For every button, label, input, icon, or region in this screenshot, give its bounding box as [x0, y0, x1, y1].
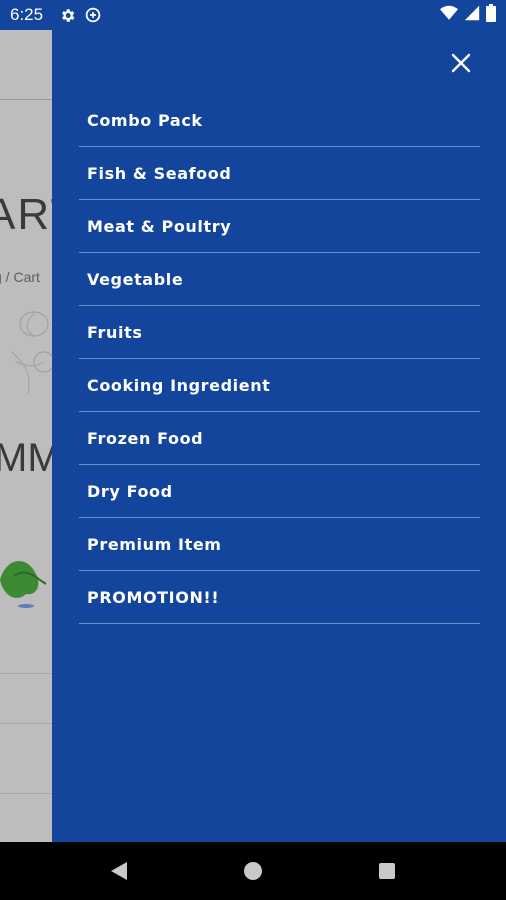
divider	[0, 723, 52, 724]
menu-item-label: Combo Pack	[87, 110, 203, 130]
menu-item-vegetable[interactable]: Vegetable	[79, 253, 480, 306]
recents-icon	[379, 863, 395, 879]
status-time: 6:25	[10, 5, 44, 24]
menu-item-label: Vegetable	[87, 269, 184, 289]
summary-heading: MMA	[0, 436, 52, 480]
menu-item-label: Premium Item	[87, 534, 222, 554]
home-button[interactable]	[240, 858, 266, 884]
signal-icon	[464, 5, 480, 25]
menu-item-label: Meat & Poultry	[87, 216, 232, 236]
menu-item-combo-pack[interactable]: Combo Pack	[79, 94, 480, 147]
recents-button[interactable]	[374, 858, 400, 884]
divider	[0, 673, 52, 674]
menu-item-dry-food[interactable]: Dry Food	[79, 465, 480, 518]
menu-item-label: Frozen Food	[87, 428, 204, 448]
menu-item-label: Cooking Ingredient	[87, 375, 271, 395]
page-title: ART	[0, 190, 52, 239]
battery-icon	[486, 4, 496, 26]
data-saver-icon	[83, 5, 103, 25]
menu-item-meat-poultry[interactable]: Meat & Poultry	[79, 200, 480, 253]
vegetable-sketch-icon	[11, 311, 52, 395]
menu-item-promotion[interactable]: PROMOTION!!	[79, 571, 480, 624]
back-icon	[111, 862, 127, 880]
menu-item-label: Fish & Seafood	[87, 163, 232, 183]
divider	[0, 793, 52, 794]
menu-item-label: Fruits	[87, 322, 143, 342]
status-bar: 6:25	[0, 0, 506, 30]
background-page-scrim[interactable]: ART g / Cart MMA	[0, 30, 52, 842]
close-button[interactable]	[446, 48, 476, 78]
gear-icon	[57, 5, 77, 25]
category-menu: Combo Pack Fish & Seafood Meat & Poultry…	[79, 94, 480, 624]
home-icon	[244, 862, 262, 880]
wifi-icon	[440, 5, 458, 25]
system-navigation-bar	[0, 842, 506, 900]
menu-item-label: PROMOTION!!	[87, 587, 220, 607]
menu-item-frozen-food[interactable]: Frozen Food	[79, 412, 480, 465]
menu-item-label: Dry Food	[87, 481, 173, 501]
menu-item-cooking-ingredient[interactable]: Cooking Ingredient	[79, 359, 480, 412]
back-button[interactable]	[106, 858, 132, 884]
divider	[0, 99, 52, 100]
menu-item-fruits[interactable]: Fruits	[79, 306, 480, 359]
menu-item-fish-seafood[interactable]: Fish & Seafood	[79, 147, 480, 200]
menu-item-premium-item[interactable]: Premium Item	[79, 518, 480, 571]
close-icon	[451, 53, 471, 73]
navigation-drawer: Combo Pack Fish & Seafood Meat & Poultry…	[52, 30, 506, 842]
breadcrumb: g / Cart	[0, 269, 40, 285]
leafy-green-image	[0, 561, 47, 608]
